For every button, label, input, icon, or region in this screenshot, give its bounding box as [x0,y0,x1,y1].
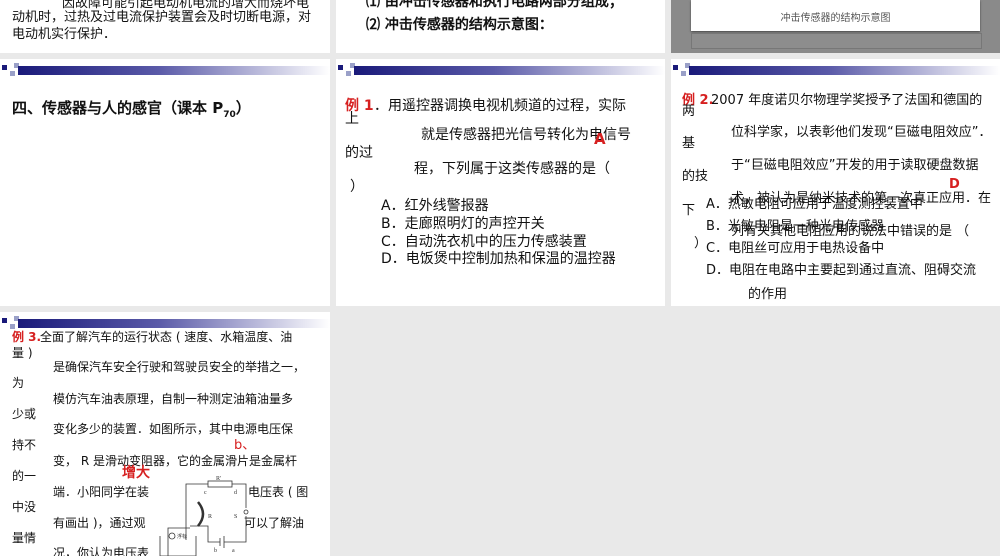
slide-text: 少或 [12,407,37,421]
slide-text: ） [350,179,364,195]
option-a: A．红外线警报器 [381,198,489,214]
slide-text: 可以了解油 [244,516,305,530]
label-c: c [204,490,207,496]
slide-thumbnail-4[interactable]: 四、传感器与人的感官（课本 P70） [0,59,330,306]
slide-text: 持不 [12,438,37,452]
slide-text: 基 [682,136,696,151]
slide-text: 变化多少的装置．如图所示，其中电源电压保 [53,422,294,436]
label-s: S [234,514,237,520]
slide-text: 位科学家，以表彰他们发现“巨磁电阻效应”． [731,125,992,140]
option-d: D．电阻在电路中主要起到通过直流、阻碍交流 [706,263,977,278]
slide-thumbnail-7[interactable]: 例 3. 全面了解汽车的运行状态 ( 速度、水箱温度、油 量 ) 是确保汽车安全… [0,312,330,556]
slide-title: 四、传感器与人的感官（课本 P70） [12,99,251,120]
slide-text: 是确保汽车安全行驶和驾驶员安全的举措之一， [53,360,306,374]
slide-text: ⑵ 冲击传感器的结构示意图： [366,17,553,33]
slide-text: 上 [345,111,359,127]
slide-text: 的一 [12,469,37,483]
slide-text: 的过 [345,145,373,161]
slide-text: 量 ) [12,346,33,360]
slide-text: 的技 [682,169,709,184]
slide-text: 电压表 ( 图 [248,485,309,499]
slide-text: 全面了解汽车的运行状态 ( 速度、水箱温度、油 [40,330,293,344]
caption-bar [691,33,982,49]
slide-header-bar [336,63,665,77]
label-r: R [208,514,212,520]
slide-text: 程，下列属于这类传感器的是（ [414,161,610,177]
option-b: B．走廊照明灯的声控开关 [381,216,545,232]
answer-mark: A [594,130,606,148]
slide-thumbnail-1[interactable]: 因故障可能引起电动机电流的增大而烧坏电 动机时，过热及过电流保护装置会及时切断电… [0,0,330,53]
label-float: 浮标 [177,533,187,540]
option-c: C．电阻丝可应用于电热设备中 [706,241,885,256]
slide-text: 量情 [12,531,37,545]
slide-header-bar [671,63,1000,77]
slide-thumbnail-6[interactable]: 例 2. 2007 年度诺贝尔物理学奖授予了法国和德国的 两 位科学家，以表彰他… [671,59,1000,306]
slide-text: 有画出 )，通过观 [53,516,146,530]
slide-text: 端．小阳同学在装 [53,485,150,499]
slide-text: 中没 [12,500,37,514]
label-d: d [234,490,237,496]
slide-text: 两 [682,104,696,119]
slide-text: ⑴ 由冲击传感器和执行电路两部分组成； [366,0,623,10]
option-d: D．电饭煲中控制加热和保温的温控器 [381,251,616,267]
slide-text: 况，你认为电压表 [53,546,150,556]
slide-thumbnail-3[interactable]: 冲击传感器的结构示意图 [671,0,1000,53]
label-b: b [214,548,217,554]
circuit-diagram: R' c d R S b a 浮标 [159,476,249,556]
example-label: 例 3. [12,330,42,344]
option-a: A．热敏电阻可应用于温度测控装置中 [706,197,923,212]
slide-text: 为 [12,376,25,390]
label-r-prime: R' [216,476,221,482]
answer-mark: D [949,177,960,192]
label-a: a [232,548,235,554]
answer-mark: 增大 [122,465,150,481]
slide-text: 于“巨磁电阻效应”开发的用于读取硬盘数据 [731,158,979,173]
slide-text: 电动机实行保护． [12,27,117,42]
slide-text: ．用遥控器调换电视机频道的过程，实际 [374,98,626,114]
slide-thumbnail-2[interactable]: ⑴ 由冲击传感器和执行电路两部分组成； ⑵ 冲击传感器的结构示意图： [336,0,665,53]
slide-header-bar [0,63,330,77]
slide-text: 2007 年度诺贝尔物理学奖授予了法国和德国的 [711,93,983,108]
slide-text: 变， R 是滑动变阻器，它的金属滑片是金属杆 [53,454,297,468]
option-b: B．光敏电阻是一种光电传感器 [706,219,884,234]
answer-mark: b、 [234,438,256,453]
slide-thumbnail-5[interactable]: 例 1 ．用遥控器调换电视机频道的过程，实际 上 就是传感器把光信号转化为电信号… [336,59,665,306]
slide-text: 下 [682,203,696,218]
option-d-cont: 的作用 [748,287,788,302]
image-frame: 冲击传感器的结构示意图 [691,0,980,31]
slide-text: 模仿汽车油表原理，自制一种测定油箱油量多 [53,392,294,406]
image-caption: 冲击传感器的结构示意图 [780,13,891,24]
